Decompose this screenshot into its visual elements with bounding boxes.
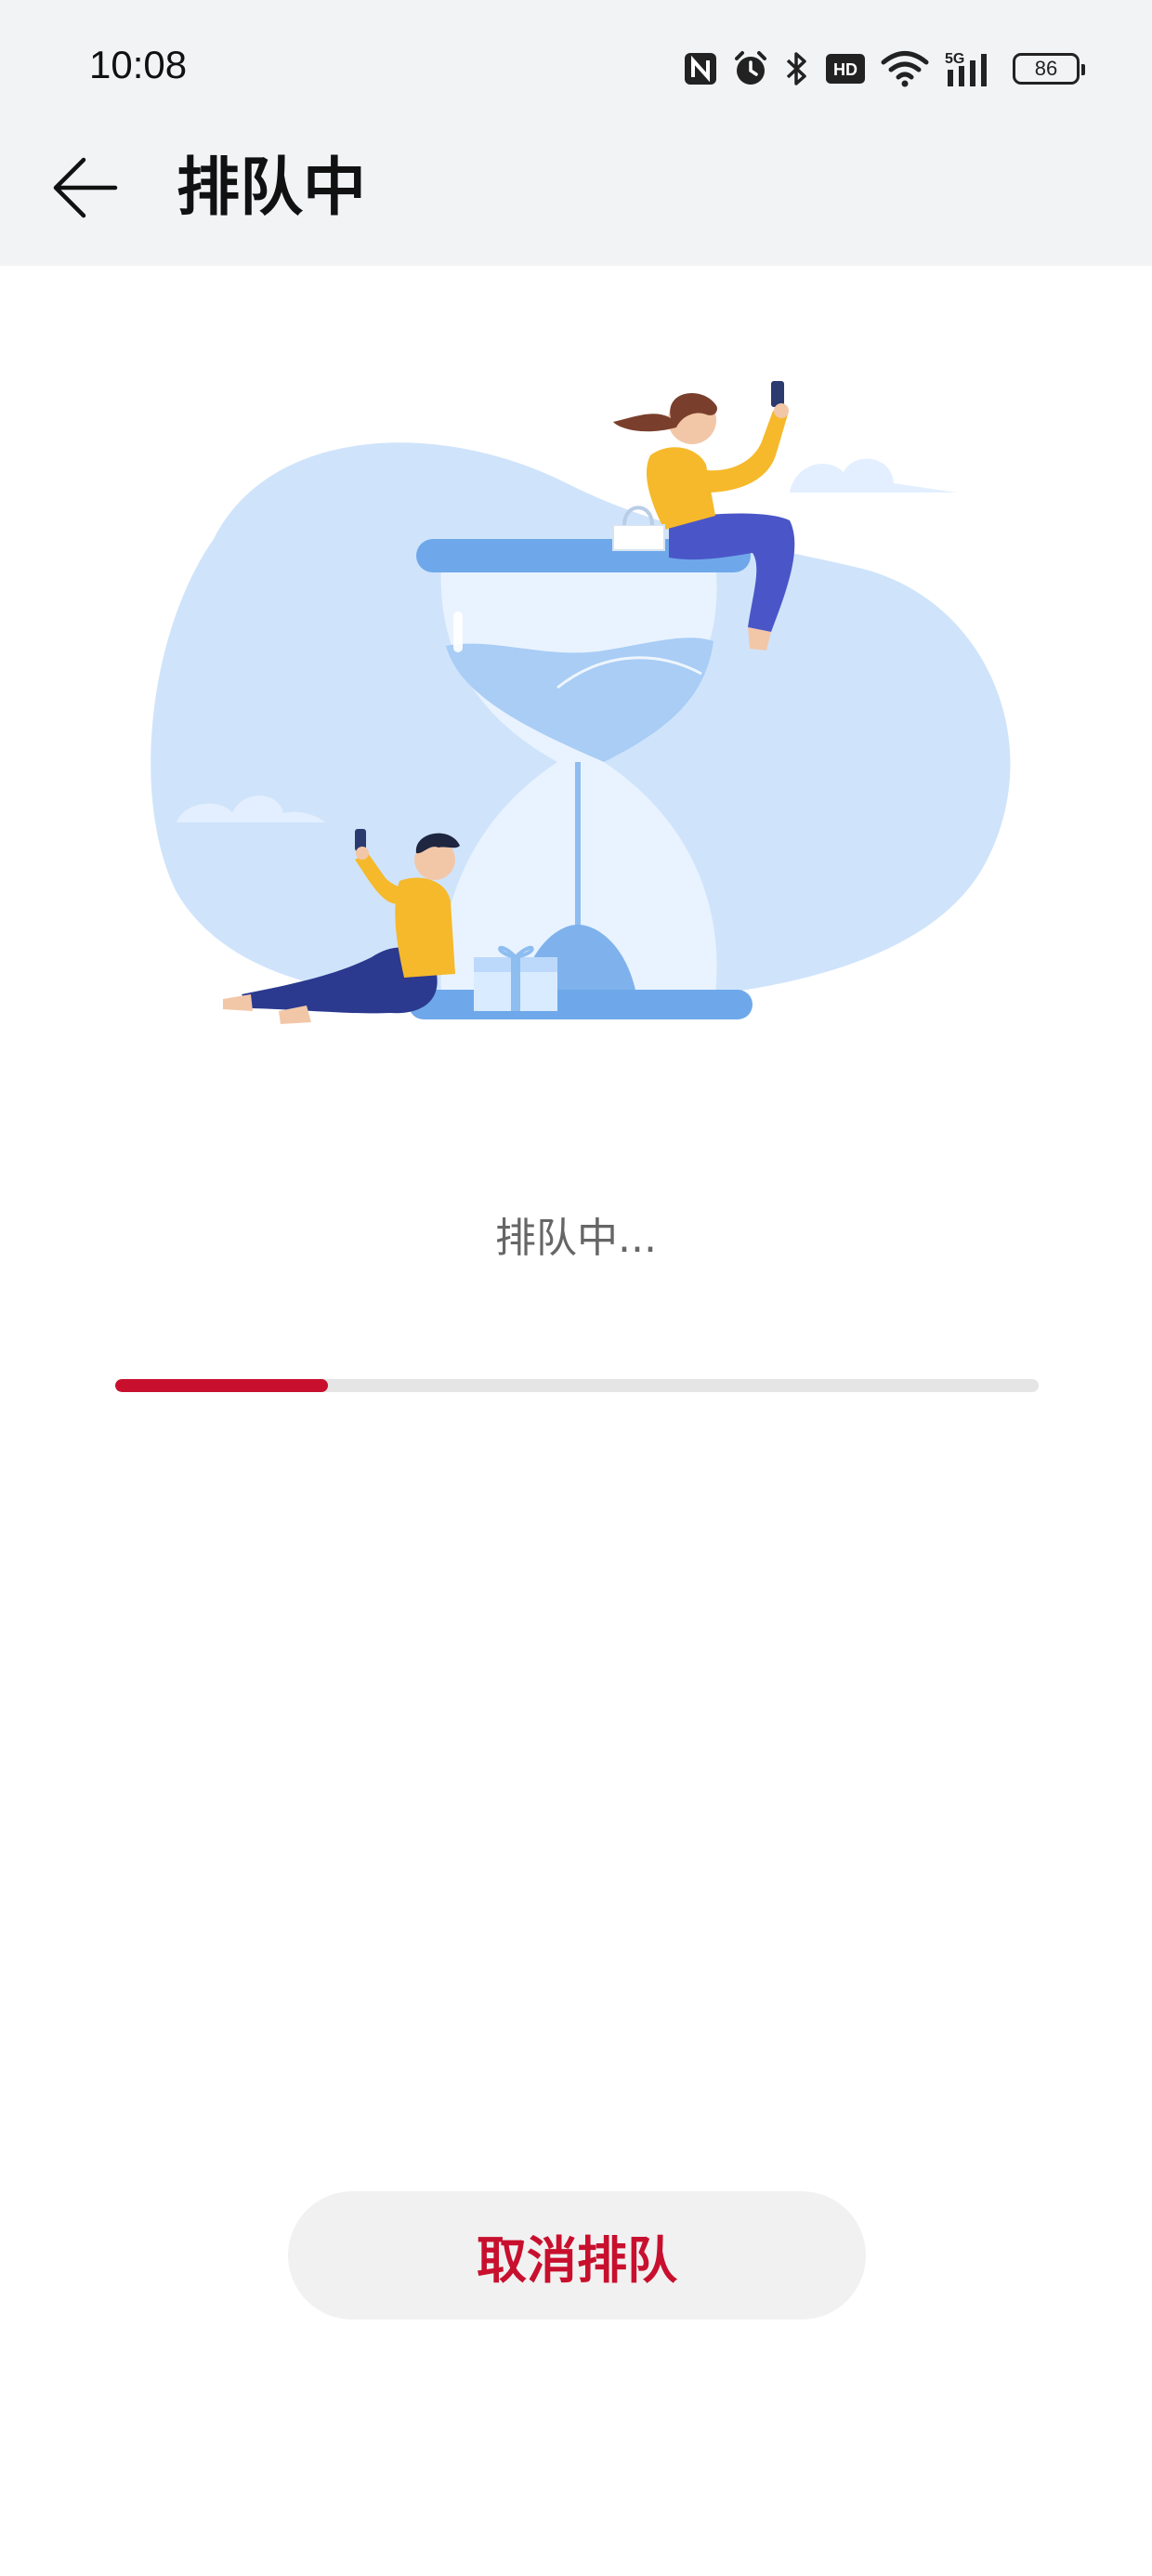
alarm-icon: [732, 50, 769, 87]
svg-text:HD: HD: [833, 60, 857, 79]
hourglass-waiting-illustration: [151, 381, 1011, 1024]
wifi-icon: [881, 50, 929, 87]
page: 10:08 HD 5G 86 排队中 排队中... 取消排队: [0, 0, 1152, 2576]
page-title: 排队中: [177, 151, 367, 225]
svg-text:5G: 5G: [945, 51, 964, 67]
queue-progress-bar: [115, 1379, 1039, 1392]
battery-indicator: 86: [1013, 53, 1085, 85]
status-icons: HD 5G 86: [684, 45, 1085, 93]
app-header: 排队中: [0, 139, 1152, 266]
queue-progress-fill: [115, 1379, 328, 1392]
back-button[interactable]: [48, 151, 123, 225]
hd-icon: HD: [825, 53, 866, 85]
bluetooth-icon: [784, 50, 810, 87]
queue-status-text: 排队中...: [495, 1215, 657, 1262]
status-bar: 10:08 HD 5G 86: [0, 0, 1152, 139]
cancel-queue-button[interactable]: 取消排队: [288, 2191, 866, 2320]
signal-5g-icon: 5G: [944, 49, 998, 88]
status-time: 10:08: [89, 43, 188, 86]
nfc-icon: [684, 52, 717, 85]
arrow-left-icon: [53, 157, 118, 218]
